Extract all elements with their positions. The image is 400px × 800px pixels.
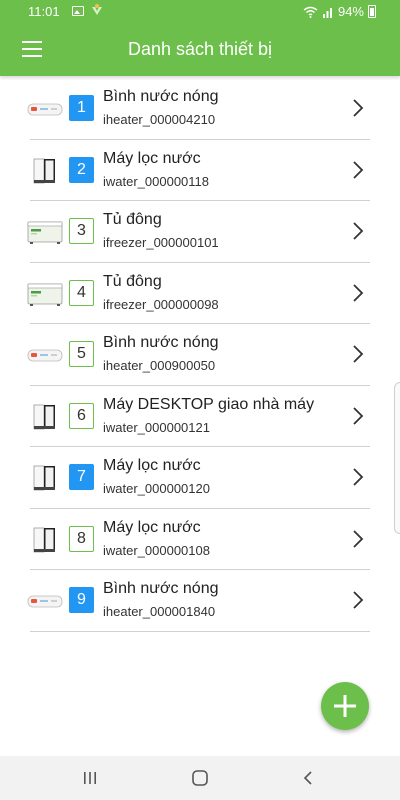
chevron-right-icon (353, 160, 364, 179)
battery-percent: 94% (337, 4, 364, 19)
screen: 11:01 94% Danh sách thiết bị 1 Bình nước… (0, 0, 400, 800)
status-bar: 11:01 94% (0, 0, 400, 24)
device-name: Bình nước nóng (103, 580, 219, 597)
device-index-badge: 4 (69, 279, 94, 306)
device-index-badge: 8 (69, 525, 94, 552)
chevron-right-icon (353, 529, 364, 548)
chevron-right-icon (353, 283, 364, 302)
app-bar: Danh sách thiết bị (0, 24, 400, 76)
device-code: iwater_000000118 (103, 173, 210, 189)
device-code: iheater_000004210 (103, 112, 216, 127)
device-row[interactable]: 5 Bình nước nóng iheater_000900050 (27, 324, 370, 386)
device-row[interactable]: 1 Bình nước nóng iheater_000004210 (27, 78, 370, 140)
device-water-thumbnail-icon (27, 158, 63, 184)
status-time: 11:01 (28, 4, 60, 19)
device-name: Máy DESKTOP giao nhà máy (103, 395, 315, 413)
back-icon[interactable] (299, 768, 319, 788)
device-code: iwater_000000108 (103, 542, 210, 558)
device-water-thumbnail-icon (27, 404, 63, 430)
gallery-notification-icon (72, 6, 84, 16)
device-code: iheater_000001840 (103, 604, 216, 619)
app-notification-icon (92, 4, 102, 15)
page-title: Danh sách thiết bị (127, 39, 273, 59)
chevron-right-icon (353, 222, 364, 240)
device-name: Máy lọc nước (103, 518, 201, 536)
device-row[interactable]: 9 Bình nước nóng iheater_000001840 (27, 570, 370, 632)
chevron-right-icon (353, 345, 364, 363)
device-index-badge: 2 (69, 156, 94, 183)
chevron-right-icon (353, 99, 364, 117)
device-heater-thumbnail-icon (27, 588, 63, 614)
wifi-icon (303, 6, 318, 18)
device-code: iwater_000000120 (103, 481, 210, 496)
device-code: ifreezer_000000101 (103, 235, 219, 250)
chevron-right-icon (353, 591, 364, 609)
device-row[interactable]: 8 Máy lọc nước iwater_000000108 (27, 509, 370, 570)
device-index-badge: 6 (69, 402, 94, 429)
device-row[interactable]: 3 Tủ đông ifreezer_000000101 (27, 201, 370, 263)
recents-icon[interactable] (80, 768, 100, 788)
add-device-button[interactable] (321, 682, 369, 730)
system-nav-bar (0, 756, 400, 800)
device-code: ifreezer_000000098 (103, 296, 219, 312)
chevron-right-icon (353, 406, 364, 425)
device-index-badge: 5 (69, 341, 94, 367)
device-water-thumbnail-icon (27, 465, 63, 491)
device-name: Máy lọc nước (103, 457, 201, 474)
device-code: iheater_000900050 (103, 358, 216, 373)
device-index-badge: 3 (69, 218, 94, 244)
device-row[interactable]: 7 Máy lọc nước iwater_000000120 (30, 447, 370, 509)
device-name: Máy lọc nước (103, 149, 201, 167)
device-index-badge: 9 (69, 587, 94, 613)
plus-icon (334, 695, 356, 717)
device-water-thumbnail-icon (27, 527, 63, 553)
device-freezer-thumbnail-icon (27, 281, 63, 307)
edge-panel-handle[interactable] (394, 382, 400, 534)
device-index-badge: 7 (69, 464, 94, 490)
device-heater-thumbnail-icon (27, 96, 63, 122)
device-name: Tủ đông (103, 211, 162, 228)
chevron-right-icon (353, 468, 364, 486)
device-name: Bình nước nóng (103, 334, 219, 351)
device-name: Bình nước nóng (103, 88, 219, 105)
home-icon[interactable] (190, 768, 210, 788)
device-freezer-thumbnail-icon (27, 219, 63, 245)
device-row[interactable]: 6 Máy DESKTOP giao nhà máy iwater_00000012… (27, 386, 370, 447)
device-heater-thumbnail-icon (27, 342, 63, 368)
signal-icon (322, 7, 332, 18)
battery-icon (368, 5, 376, 18)
device-name: Tủ đông (103, 272, 162, 290)
device-list: 1 Bình nước nóng iheater_000004210 2 Máy lọc… (27, 78, 370, 632)
status-icons: 94% (303, 4, 376, 19)
device-code: iwater_000000121 (103, 419, 210, 435)
device-index-badge: 1 (69, 95, 94, 121)
device-row[interactable]: 4 Tủ đông ifreezer_000000098 (27, 263, 370, 324)
device-row[interactable]: 2 Máy lọc nước iwater_000000118 (27, 140, 370, 201)
